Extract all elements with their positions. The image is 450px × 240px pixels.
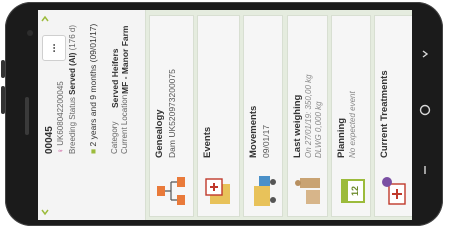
last-weighing-tile[interactable]: Last weighing On 27/01/19: 350,00 kg DLW… bbox=[287, 15, 328, 217]
back-icon[interactable] bbox=[412, 48, 438, 62]
feeding-icon: ■ bbox=[88, 148, 98, 154]
animal-summary-panel: ... 00045 ♀ UK608042200045 Breeding Stat… bbox=[38, 10, 146, 220]
more-options-button[interactable]: ... bbox=[42, 35, 66, 61]
recent-apps-icon[interactable] bbox=[412, 164, 438, 178]
events-title: Events bbox=[202, 126, 213, 158]
app-screen: ... 00045 ♀ UK608042200045 Breeding Stat… bbox=[38, 10, 412, 220]
location-value: MF - Manor Farm bbox=[120, 25, 130, 94]
animal-age: 2 years and 9 months (09/01/17) bbox=[88, 23, 98, 147]
age-row: ■ 2 years and 9 months (09/01/17) bbox=[88, 24, 98, 154]
chevron-down-icon[interactable] bbox=[41, 15, 52, 23]
female-symbol-icon: ♀ bbox=[56, 148, 65, 154]
movements-date: 09/01/17 bbox=[261, 124, 271, 158]
calendar-day: 12 bbox=[350, 185, 360, 196]
events-tile[interactable]: Events bbox=[197, 15, 240, 217]
dam-label: Dam bbox=[167, 140, 177, 158]
more-icon: ... bbox=[46, 43, 58, 53]
current-treatments-tile[interactable]: Current Treatments bbox=[374, 15, 412, 217]
truck-icon bbox=[248, 174, 282, 208]
planning-title: Planning bbox=[336, 117, 347, 158]
official-id-row: ♀ UK608042200045 bbox=[56, 81, 65, 154]
category-value: Served Heifers bbox=[110, 48, 120, 108]
breeding-status-days: (176 d) bbox=[68, 25, 77, 51]
movements-title: Movements bbox=[248, 105, 259, 158]
breeding-status-label: Breeding Status bbox=[68, 97, 77, 154]
current-treatments-title: Current Treatments bbox=[379, 70, 390, 158]
last-weighing-line2: DLWG 0,000 kg bbox=[314, 101, 323, 158]
breeding-status-value: Served (AI) bbox=[68, 52, 77, 95]
last-weighing-title: Last weighing bbox=[292, 94, 303, 158]
category-label: Category bbox=[110, 121, 119, 154]
dam-value: UK520973200075 bbox=[167, 69, 177, 138]
planning-line1: No expected event bbox=[348, 91, 357, 158]
family-tree-icon bbox=[154, 174, 188, 208]
events-icon bbox=[202, 174, 236, 208]
location-label: Current Location bbox=[120, 94, 129, 154]
camera-icon bbox=[27, 30, 33, 36]
phone-frame: ... 00045 ♀ UK608042200045 Breeding Stat… bbox=[0, 0, 450, 230]
animal-id: 00045 bbox=[44, 126, 55, 154]
android-nav-bar bbox=[412, 14, 438, 214]
last-weighing-line1: On 27/01/19: 350,00 kg bbox=[304, 74, 313, 158]
planning-tile[interactable]: 12 Planning No expected event bbox=[331, 15, 371, 217]
dam-row: Dam UK520973200075 bbox=[167, 69, 177, 158]
genealogy-tile[interactable]: Genealogy Dam UK520973200075 bbox=[149, 15, 194, 217]
weighing-icon bbox=[292, 174, 326, 208]
speaker-grill bbox=[25, 97, 29, 135]
movements-tile[interactable]: Movements 09/01/17 bbox=[243, 15, 283, 217]
genealogy-title: Genealogy bbox=[154, 109, 165, 158]
breeding-status-row: Breeding Status Served (AI) (176 d) bbox=[68, 25, 77, 154]
home-icon[interactable] bbox=[412, 104, 438, 119]
official-id: UK608042200045 bbox=[56, 81, 65, 146]
treatment-icon bbox=[379, 174, 412, 208]
calendar-icon: 12 bbox=[336, 174, 370, 208]
chevron-up-icon[interactable] bbox=[41, 208, 52, 216]
rotated-content: ... 00045 ♀ UK608042200045 Breeding Stat… bbox=[38, 10, 412, 220]
